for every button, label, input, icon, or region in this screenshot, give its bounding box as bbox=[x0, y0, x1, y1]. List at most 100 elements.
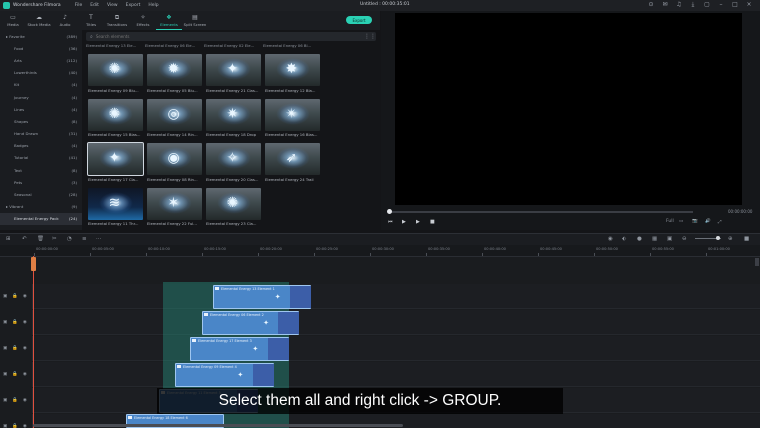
search-input[interactable] bbox=[95, 34, 336, 39]
element-card[interactable]: ✴ Elemental Energy 16 Blas... bbox=[265, 98, 320, 141]
track-lock-icon[interactable]: ▣ bbox=[3, 398, 7, 403]
cut-icon[interactable]: ✂ bbox=[52, 236, 57, 242]
element-thumbnail[interactable]: ✺ bbox=[206, 187, 261, 220]
element-thumbnail[interactable]: ✦ bbox=[87, 142, 144, 176]
tab-effects[interactable]: ✧ Effects bbox=[130, 11, 156, 30]
sidebar-item[interactable]: Tutorial (41) bbox=[0, 152, 82, 164]
timeline-track[interactable] bbox=[33, 362, 760, 387]
close-icon[interactable]: × bbox=[742, 1, 756, 9]
timeline-track[interactable] bbox=[33, 336, 760, 361]
menu-help[interactable]: Help bbox=[148, 3, 158, 8]
element-card[interactable]: ✺ Elemental Energy 09 Blu... bbox=[88, 54, 143, 96]
track-visibility-icon[interactable]: ◉ bbox=[23, 320, 27, 325]
track-lock-icon[interactable]: ▣ bbox=[3, 320, 7, 325]
maximize-icon[interactable]: □ bbox=[728, 1, 742, 9]
tab-titles[interactable]: T Titles bbox=[78, 11, 104, 30]
track-mute-icon[interactable]: 🔒 bbox=[12, 424, 18, 428]
tab-audio[interactable]: ♪ Audio bbox=[52, 11, 78, 30]
track-mute-icon[interactable]: 🔒 bbox=[12, 346, 18, 351]
delete-icon[interactable]: 🗑 bbox=[37, 236, 44, 242]
speed-icon[interactable]: ◔ bbox=[67, 236, 72, 242]
element-thumbnail[interactable]: ✴ bbox=[265, 98, 320, 131]
sidebar-item[interactable]: ▸ Favorite (389) bbox=[0, 30, 82, 42]
track-visibility-icon[interactable]: ◉ bbox=[23, 294, 27, 299]
sidebar-item[interactable]: Text (8) bbox=[0, 164, 82, 176]
timeline-track[interactable] bbox=[33, 284, 760, 309]
element-thumbnail[interactable]: ≋ bbox=[88, 187, 143, 220]
play-icon[interactable]: ▶ bbox=[402, 219, 416, 225]
notification-icon[interactable]: ✉ bbox=[658, 1, 672, 9]
tab-stock-media[interactable]: ☁ Stock Media bbox=[26, 11, 52, 30]
element-card[interactable]: ✺ Elemental Energy 23 Cla... bbox=[206, 187, 261, 230]
stop-icon[interactable]: ■ bbox=[430, 219, 444, 225]
sidebar-item[interactable]: Seasonal (28) bbox=[0, 188, 82, 200]
sidebar-item[interactable]: Kit (4) bbox=[0, 79, 82, 91]
element-card[interactable]: ✦ Elemental Energy 17 Cla... bbox=[87, 142, 144, 185]
timeline-vertical-scrollbar[interactable] bbox=[755, 258, 759, 266]
display-icon[interactable]: ▭ bbox=[679, 219, 692, 225]
volume-icon[interactable]: 🔊 bbox=[705, 219, 718, 225]
element-card[interactable]: ✹ Elemental Energy 05 Blu... bbox=[147, 54, 202, 96]
element-thumbnail[interactable]: ✸ bbox=[265, 54, 320, 86]
track-lock-icon[interactable]: ▣ bbox=[3, 424, 7, 428]
fullscreen-icon[interactable]: ⤢ bbox=[718, 219, 731, 225]
audio-mix-icon[interactable]: ▦ bbox=[652, 236, 657, 242]
timeline-clip[interactable]: Elemental Energy 09 Element 4 ✦ bbox=[175, 363, 274, 387]
zoom-slider-handle[interactable] bbox=[716, 236, 720, 240]
sidebar-item[interactable]: Pets (3) bbox=[0, 176, 82, 188]
timeline-clip[interactable]: Elemental Energy 06 Element 2 ✦ bbox=[202, 311, 299, 335]
timeline-track[interactable] bbox=[33, 310, 760, 335]
element-card[interactable]: ◉ Elemental Energy 08 Rin... bbox=[147, 143, 202, 185]
element-card[interactable]: ✷ Elemental Energy 18 Drop bbox=[206, 98, 261, 141]
menu-file[interactable]: File bbox=[75, 3, 83, 8]
export-button[interactable]: Export bbox=[346, 16, 372, 24]
message-icon[interactable]: ▢ bbox=[700, 1, 714, 9]
timeline-clip[interactable]: Elemental Energy 13 Element 1 ✦ bbox=[213, 285, 311, 309]
element-thumbnail[interactable]: ◉ bbox=[147, 143, 202, 175]
element-card[interactable]: ✦ Elemental Energy 21 Clas... bbox=[206, 54, 261, 96]
quality-select[interactable]: Full bbox=[666, 219, 679, 225]
menu-view[interactable]: View bbox=[107, 3, 118, 8]
preview-scrubber[interactable] bbox=[387, 209, 693, 214]
download-icon[interactable]: ⤓ bbox=[686, 1, 700, 9]
play-forward-icon[interactable]: ▶ bbox=[416, 219, 430, 225]
previous-frame-icon[interactable]: ⏮ bbox=[388, 219, 402, 225]
more-tools-icon[interactable]: ⋯ bbox=[96, 236, 102, 242]
mic-icon[interactable]: ● bbox=[637, 236, 642, 242]
timeline-ruler[interactable]: 00:00:00:00 00:00:05:00 00:00:10:00 00:00:1… bbox=[0, 245, 760, 257]
menu-export[interactable]: Export bbox=[126, 3, 141, 8]
element-card[interactable]: ✸ Elemental Energy 12 Bla... bbox=[265, 54, 320, 96]
track-visibility-icon[interactable]: ◉ bbox=[23, 398, 27, 403]
track-visibility-icon[interactable]: ◉ bbox=[23, 372, 27, 377]
tab-elements[interactable]: ❖ Elements bbox=[156, 11, 182, 30]
minimize-icon[interactable]: – bbox=[714, 1, 728, 9]
grid-item-label[interactable]: Elemental Energy 06 Ele... bbox=[145, 43, 204, 48]
track-mute-icon[interactable]: 🔒 bbox=[12, 398, 18, 403]
element-card[interactable]: ✧ Elemental Energy 20 Clas... bbox=[206, 143, 261, 185]
track-mute-icon[interactable]: 🔒 bbox=[12, 294, 18, 299]
playhead[interactable] bbox=[33, 256, 34, 428]
track-mute-icon[interactable]: 🔒 bbox=[12, 320, 18, 325]
sidebar-item[interactable]: Badges (4) bbox=[0, 140, 82, 152]
track-lock-icon[interactable]: ▣ bbox=[3, 294, 7, 299]
grid-item-label[interactable]: Elemental Energy 02 Ele... bbox=[204, 43, 263, 48]
marker-icon[interactable]: ⬖ bbox=[622, 236, 626, 242]
grid-item-label[interactable]: Elemental Energy 13 Ele... bbox=[86, 43, 145, 48]
sidebar-item[interactable]: Elemental Energy Pack (24) bbox=[0, 212, 82, 225]
snapshot-icon[interactable]: 📷 bbox=[692, 219, 705, 225]
screenshot-icon[interactable]: ▣ bbox=[667, 236, 672, 242]
grid-view-icon[interactable]: ⋮⋮ bbox=[364, 33, 376, 40]
element-card[interactable]: ➶ Elemental Energy 24 Trail bbox=[265, 143, 320, 185]
element-card[interactable]: ≋ Elemental Energy 11 Thr... bbox=[88, 187, 143, 230]
scrubber-knob[interactable] bbox=[387, 209, 392, 214]
tab-transitions[interactable]: ⧉ Transitions bbox=[104, 11, 130, 30]
element-thumbnail[interactable]: ✹ bbox=[147, 54, 202, 86]
element-card[interactable]: ✶ Elemental Energy 22 Ful... bbox=[147, 187, 202, 230]
element-thumbnail[interactable]: ➶ bbox=[265, 143, 320, 175]
timeline-horizontal-scrollbar[interactable] bbox=[33, 424, 403, 427]
playhead-handle[interactable] bbox=[31, 257, 36, 271]
element-card[interactable]: ✺ Elemental Energy 15 Blas... bbox=[88, 98, 143, 141]
element-thumbnail[interactable]: ◎ bbox=[147, 98, 202, 131]
sidebar-item[interactable]: Journey (4) bbox=[0, 91, 82, 103]
element-thumbnail[interactable]: ✷ bbox=[206, 98, 261, 131]
